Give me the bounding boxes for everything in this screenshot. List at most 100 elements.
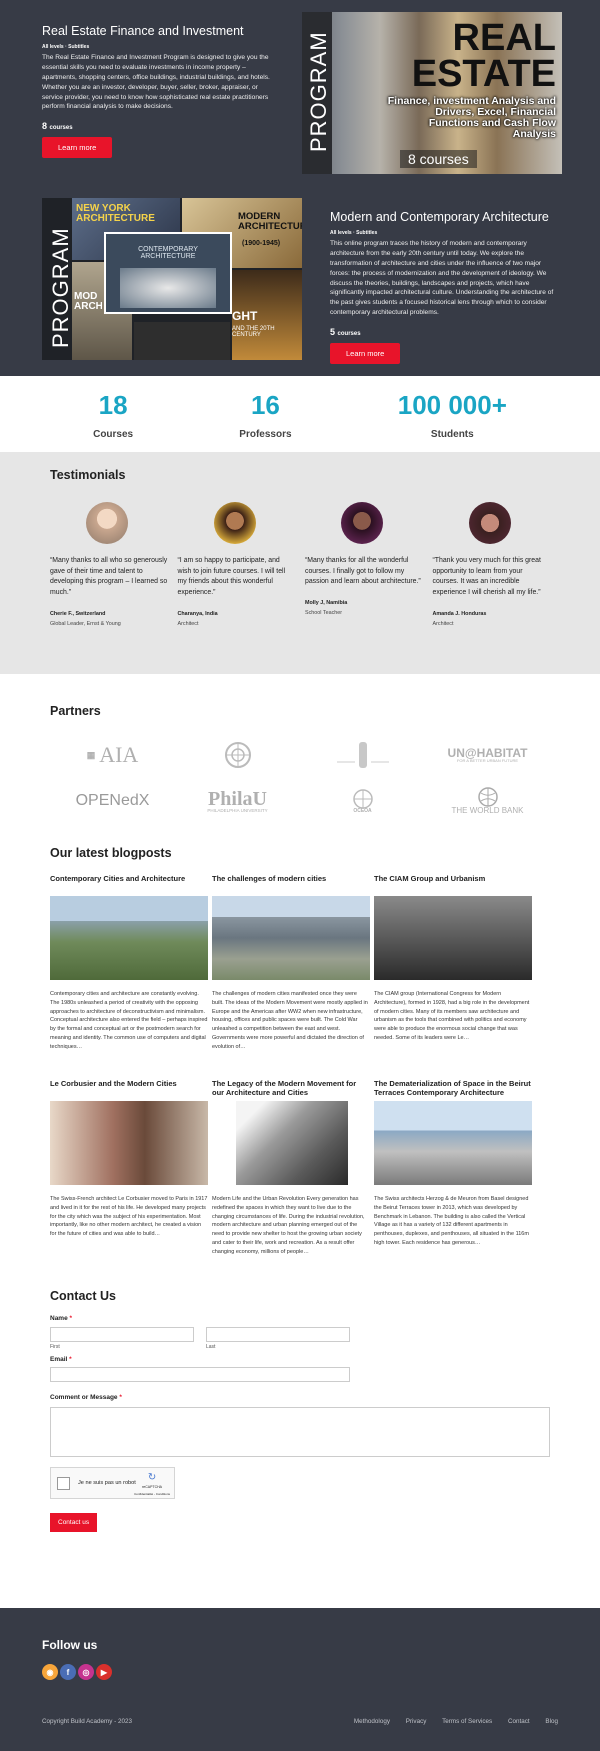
image-caption: MODERN ARCHITECTURE: [238, 211, 302, 232]
message-label: Comment or Message *: [50, 1394, 122, 1401]
oceoa-logo[interactable]: OCEOA: [300, 786, 425, 816]
section-title: Testimonials: [50, 468, 126, 482]
footer: Follow us ◉ f ◎ ▶ Copyright Build Academ…: [0, 1608, 600, 1751]
youtube-icon[interactable]: ▶: [96, 1664, 112, 1680]
program-real-estate: Real Estate Finance and Investment All l…: [0, 0, 600, 188]
program-meta: All levels · Subtitles: [42, 44, 90, 50]
avatar: [468, 502, 511, 544]
program-meta: All levels · Subtitles: [330, 230, 378, 236]
footer-links: Methodology Privacy Terms of Services Co…: [340, 1718, 558, 1725]
rss-icon[interactable]: ◉: [42, 1664, 58, 1680]
image-caption: NEW YORK ARCHITECTURE: [76, 203, 155, 224]
program-title[interactable]: Modern and Contemporary Architecture: [330, 210, 562, 224]
recaptcha-checkbox[interactable]: [57, 1476, 70, 1490]
un-logo[interactable]: [175, 740, 300, 770]
post-title[interactable]: Contemporary Cities and Architecture: [50, 874, 208, 896]
footer-link-privacy[interactable]: Privacy: [406, 1718, 427, 1725]
course-count: 8 courses: [42, 121, 73, 132]
program-info: Real Estate Finance and Investment All l…: [42, 12, 274, 159]
testimonial-card: “Many thanks for all the wonderful cours…: [305, 502, 423, 627]
philau-logo[interactable]: PhilaU PHILADELPHIA UNIVERSITY: [175, 786, 300, 816]
avatar: [341, 502, 383, 544]
stat-professors: 16 Professors: [239, 390, 292, 440]
email-field[interactable]: [50, 1367, 350, 1382]
message-textarea[interactable]: [50, 1407, 550, 1457]
world-bank-logo[interactable]: THE WORLD BANK: [425, 786, 550, 816]
program-title[interactable]: Real Estate Finance and Investment: [42, 24, 274, 38]
post-thumbnail[interactable]: [374, 1101, 532, 1185]
facebook-icon[interactable]: f: [60, 1664, 76, 1680]
post-excerpt: The CIAM group (International Congress f…: [374, 991, 530, 1041]
post-title[interactable]: The CIAM Group and Urbanism: [374, 874, 532, 896]
blog-post[interactable]: The Dematerialization of Space in the Be…: [374, 1079, 532, 1284]
program-image[interactable]: PROGRAM REAL ESTATE Finance, investment A…: [302, 12, 562, 174]
copyright: Copyright Build Academy - 2023: [42, 1718, 132, 1725]
un-habitat-logo[interactable]: UN@HABITAT FOR A BETTER URBAN FUTURE: [425, 740, 550, 770]
program-description: This online program traces the history o…: [330, 240, 554, 317]
stats-bar: 18 Courses 16 Professors 100 000+ Students: [0, 376, 600, 452]
stat-students: 100 000+ Students: [397, 390, 507, 440]
program-info: Modern and Contemporary Architecture All…: [330, 198, 562, 365]
blog-post[interactable]: The CIAM Group and Urbanism The CIAM gro…: [374, 874, 532, 1079]
post-title[interactable]: The Dematerialization of Space in the Be…: [374, 1079, 532, 1101]
instagram-icon[interactable]: ◎: [78, 1664, 94, 1680]
testimonial-role: School Teacher: [305, 610, 343, 617]
openedx-logo[interactable]: OPENedX: [50, 786, 175, 816]
avatar: [86, 502, 128, 544]
testimonial-author: Cherie F., Switzerland: [50, 610, 106, 617]
post-title[interactable]: The challenges of modern cities: [212, 874, 370, 896]
testimonial-card: “Many thanks to all who so generously ga…: [50, 502, 168, 627]
first-name-input[interactable]: [50, 1327, 194, 1342]
program-image[interactable]: PROGRAM NEW YORK ARCHITECTURE MODERN ARC…: [42, 198, 302, 360]
contact-submit-button[interactable]: Contact us: [50, 1513, 98, 1532]
stat-courses: 18 Courses: [93, 390, 134, 440]
recaptcha-widget[interactable]: Je ne suis pas un robot ↻ reCAPTCHA Conf…: [50, 1467, 175, 1499]
post-excerpt: The Swiss-French architect Le Corbusier …: [50, 1196, 208, 1238]
image-caption: GHT: [232, 309, 258, 323]
learn-more-button[interactable]: Learn more: [42, 137, 113, 159]
learn-more-button[interactable]: Learn more: [330, 343, 401, 365]
last-name-input[interactable]: [206, 1327, 350, 1342]
post-thumbnail[interactable]: [236, 1101, 348, 1185]
testimonial-card: “Thank you very much for this great oppo…: [433, 502, 551, 627]
last-hint: Last: [206, 1344, 216, 1350]
partner-logo-bottle[interactable]: [300, 740, 425, 770]
blog-post[interactable]: The Legacy of the Modern Movement for ou…: [212, 1079, 370, 1284]
program-section: Real Estate Finance and Investment All l…: [0, 0, 600, 376]
partners-section: Partners ▦ AIA UN@HABITAT FOR A BETTER URB…: [0, 674, 600, 836]
blog-post[interactable]: The challenges of modern cities The chal…: [212, 874, 370, 1079]
blog-post[interactable]: Le Corbusier and the Modern Cities The S…: [50, 1079, 208, 1284]
image-caption: CONTEMPORARY ARCHITECTURE: [138, 246, 198, 260]
post-thumbnail[interactable]: [50, 1101, 208, 1185]
post-thumbnail[interactable]: [212, 896, 370, 980]
post-title[interactable]: The Legacy of the Modern Movement for ou…: [212, 1079, 370, 1101]
post-title[interactable]: Le Corbusier and the Modern Cities: [50, 1079, 208, 1101]
social-links: ◉ f ◎ ▶: [42, 1664, 558, 1680]
testimonial-role: Architect: [432, 620, 454, 627]
testimonial-quote: “Many thanks to all who so generously ga…: [50, 557, 168, 597]
blog-post[interactable]: Contemporary Cities and Architecture Con…: [50, 874, 208, 1079]
aia-logo[interactable]: ▦ AIA: [50, 740, 175, 770]
testimonial-card: “I am so happy to participate, and wish …: [178, 502, 296, 627]
blog-row: Contemporary Cities and Architecture Con…: [50, 874, 550, 1079]
footer-link-contact[interactable]: Contact: [508, 1718, 530, 1725]
post-thumbnail[interactable]: [374, 896, 532, 980]
blog-row: Le Corbusier and the Modern Cities The S…: [50, 1079, 550, 1284]
recaptcha-label: Je ne suis pas un robot: [78, 1480, 136, 1486]
footer-link-methodology[interactable]: Methodology: [354, 1718, 390, 1725]
footer-bottom: Copyright Build Academy - 2023 Methodolo…: [42, 1718, 558, 1725]
name-label: Name *: [50, 1315, 73, 1322]
program-architecture: PROGRAM NEW YORK ARCHITECTURE MODERN ARC…: [0, 188, 600, 376]
course-count: 5 courses: [330, 327, 361, 338]
section-title: Our latest blogposts: [50, 846, 172, 860]
program-image-count: 8 courses: [400, 150, 477, 168]
testimonial-quote: “Thank you very much for this great oppo…: [432, 557, 541, 597]
testimonial-author: Charanya, India: [177, 610, 218, 617]
testimonials-grid: “Many thanks to all who so generously ga…: [50, 502, 550, 627]
post-thumbnail[interactable]: [50, 896, 208, 980]
program-image-label: PROGRAM: [306, 31, 331, 152]
program-image-title: REAL ESTATE: [411, 17, 556, 96]
recaptcha-icon: ↻ reCAPTCHA Confidentialité - Conditions: [134, 1472, 170, 1496]
footer-link-terms[interactable]: Terms of Services: [442, 1718, 492, 1725]
footer-link-blog[interactable]: Blog: [545, 1718, 558, 1725]
